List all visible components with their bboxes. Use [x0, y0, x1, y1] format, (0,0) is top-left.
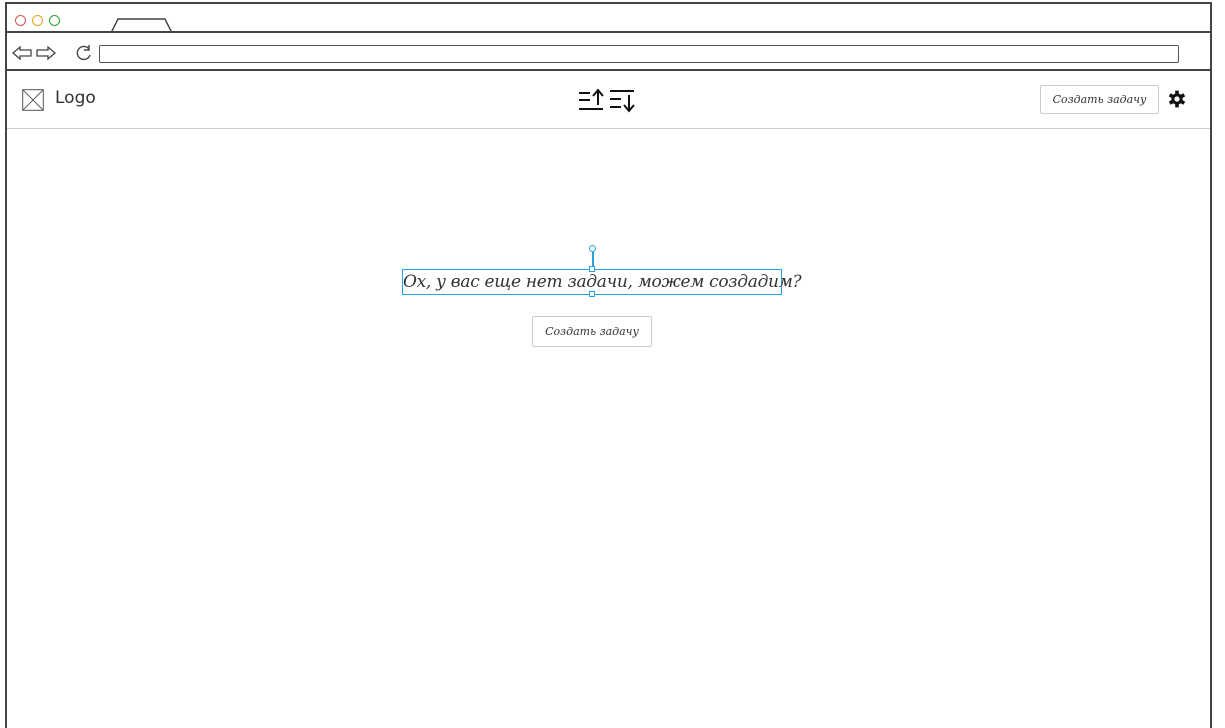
empty-state-message: Ох, у вас еще нет задачи, можем создадим… [403, 272, 802, 292]
title-bar [5, 2, 1212, 34]
arrow-left-icon[interactable] [11, 45, 33, 61]
close-window-dot[interactable] [15, 15, 26, 26]
reload-icon[interactable] [75, 44, 93, 62]
sort-controls [578, 87, 638, 113]
sort-ascending-icon[interactable] [578, 87, 608, 113]
empty-state-text-selection[interactable]: Ох, у вас еще нет задачи, можем создадим… [402, 266, 802, 297]
address-bar [5, 31, 1212, 71]
maximize-window-dot[interactable] [49, 15, 60, 26]
create-task-header-button[interactable]: Создать задачу [1040, 85, 1159, 114]
arrow-right-icon[interactable] [35, 45, 57, 61]
sort-descending-icon[interactable] [608, 87, 638, 113]
selection-handle-bottom[interactable] [589, 291, 595, 297]
logo-text: Logo [55, 88, 96, 108]
app-header: Logo Создать задачу [7, 71, 1210, 129]
rotation-handle[interactable] [589, 245, 596, 252]
url-field[interactable] [99, 45, 1179, 63]
gear-icon[interactable] [1168, 90, 1186, 108]
logo-placeholder-icon [22, 89, 44, 111]
selection-handle-top[interactable] [589, 266, 595, 272]
minimize-window-dot[interactable] [32, 15, 43, 26]
create-task-button[interactable]: Создать задачу [532, 316, 652, 347]
